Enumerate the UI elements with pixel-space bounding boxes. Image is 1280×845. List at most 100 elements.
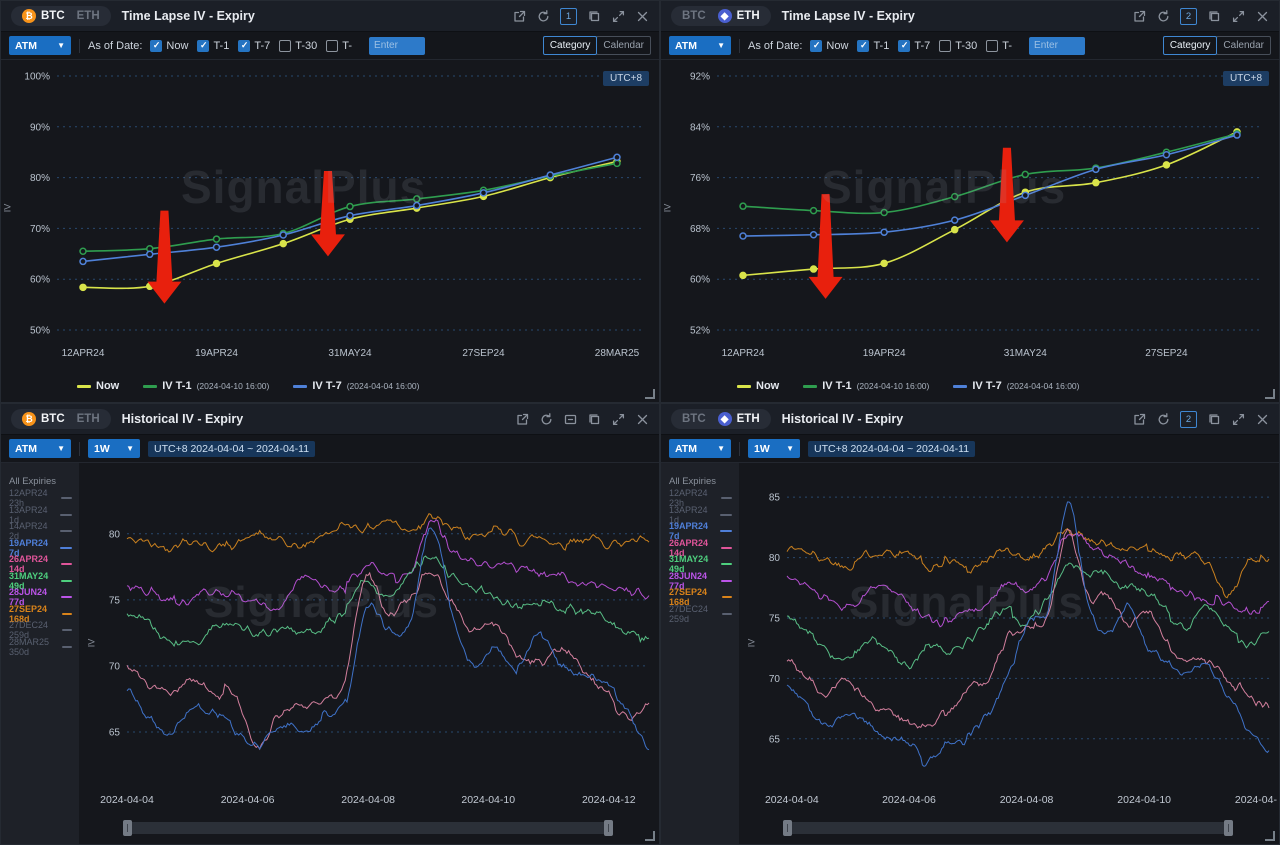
- refresh-icon[interactable]: [1156, 9, 1170, 23]
- list-item[interactable]: 27DEC24 259d: [669, 606, 739, 623]
- as-of-date-label: As of Date:: [748, 40, 802, 52]
- time-lapse-chart-btc[interactable]: 100%90%80%70%60%50%12APR2419APR2431MAY24…: [1, 60, 657, 370]
- resize-handle[interactable]: [1265, 831, 1275, 841]
- coin-btc[interactable]: ₿BTC: [22, 412, 65, 426]
- time-range-slider[interactable]: [123, 822, 613, 834]
- duplicate-icon[interactable]: [587, 412, 601, 426]
- fullscreen-icon[interactable]: [611, 9, 625, 23]
- slider-handle-left[interactable]: [123, 820, 132, 836]
- time-range-slider[interactable]: [783, 822, 1233, 834]
- coin-btc[interactable]: ₿BTC: [22, 9, 65, 23]
- duplicate-icon[interactable]: [587, 9, 601, 23]
- slider-handle-right[interactable]: [1224, 820, 1233, 836]
- open-in-new-icon[interactable]: [512, 9, 526, 23]
- slider-handle-left[interactable]: [783, 820, 792, 836]
- asofdate-option-t-30[interactable]: T-30: [279, 40, 317, 52]
- date-range-text[interactable]: UTC+8 2024-04-04 ~ 2024-04-11: [148, 441, 315, 457]
- strike-select[interactable]: ATM▼: [669, 36, 731, 55]
- coin-eth[interactable]: ETH: [77, 413, 100, 425]
- window-count-badge[interactable]: 1: [560, 8, 577, 25]
- refresh-icon[interactable]: [1156, 412, 1170, 426]
- svg-text:75: 75: [109, 595, 121, 606]
- period-select[interactable]: 1W▼: [88, 439, 140, 458]
- asofdate-option-t-[interactable]: T-: [326, 40, 352, 52]
- close-icon[interactable]: [635, 9, 649, 23]
- checkbox-label: T-7: [254, 40, 270, 52]
- custom-t-input[interactable]: [1029, 37, 1085, 55]
- coin-toggle: BTC ◆ETH: [671, 409, 771, 429]
- folder-icon[interactable]: [563, 412, 577, 426]
- close-icon[interactable]: [1255, 9, 1269, 23]
- checkbox-icon[interactable]: [939, 40, 951, 52]
- open-in-new-icon[interactable]: [515, 412, 529, 426]
- coin-eth[interactable]: ETH: [77, 10, 100, 22]
- slider-handle-right[interactable]: [604, 820, 613, 836]
- custom-t-input[interactable]: [369, 37, 425, 55]
- calendar-button[interactable]: Calendar: [596, 36, 651, 55]
- calendar-button[interactable]: Calendar: [1216, 36, 1271, 55]
- open-in-new-icon[interactable]: [1132, 412, 1146, 426]
- period-select[interactable]: 1W▼: [748, 439, 800, 458]
- checkbox-checked-icon[interactable]: [238, 40, 250, 52]
- coin-btc[interactable]: BTC: [682, 10, 706, 22]
- resize-handle[interactable]: [645, 831, 655, 841]
- svg-text:2024-04-10: 2024-04-10: [461, 794, 515, 806]
- strike-select[interactable]: ATM▼: [9, 439, 71, 458]
- svg-text:84%: 84%: [690, 122, 710, 133]
- asofdate-option-t-30[interactable]: T-30: [939, 40, 977, 52]
- strike-select[interactable]: ATM▼: [669, 439, 731, 458]
- checkbox-checked-icon[interactable]: [898, 40, 910, 52]
- asofdate-option-now[interactable]: Now: [150, 40, 188, 52]
- asofdate-option-t-7[interactable]: T-7: [238, 40, 270, 52]
- date-range-text[interactable]: UTC+8 2024-04-04 ~ 2024-04-11: [808, 441, 975, 457]
- checkbox-checked-icon[interactable]: [857, 40, 869, 52]
- checkbox-icon[interactable]: [326, 40, 338, 52]
- legend-item[interactable]: IV T-7(2024-04-04 16:00): [953, 380, 1079, 392]
- svg-text:12APR24: 12APR24: [62, 348, 105, 359]
- checkbox-icon[interactable]: [986, 40, 998, 52]
- window-count-badge[interactable]: 2: [1180, 8, 1197, 25]
- close-icon[interactable]: [635, 412, 649, 426]
- coin-eth[interactable]: ◆ETH: [718, 412, 760, 426]
- page-title: Historical IV - Expiry: [122, 412, 244, 426]
- checkbox-checked-icon[interactable]: [197, 40, 209, 52]
- checkbox-icon[interactable]: [279, 40, 291, 52]
- open-in-new-icon[interactable]: [1132, 9, 1146, 23]
- chart-area: IV SignalPlus 85807570652024-04-042024-0…: [739, 463, 1279, 844]
- fullscreen-icon[interactable]: [1231, 412, 1245, 426]
- legend-item[interactable]: IV T-7(2024-04-04 16:00): [293, 380, 419, 392]
- checkbox-checked-icon[interactable]: [810, 40, 822, 52]
- resize-handle[interactable]: [645, 389, 655, 399]
- series-swatch: [62, 613, 72, 615]
- coin-eth[interactable]: ◆ETH: [718, 9, 760, 23]
- close-icon[interactable]: [1255, 412, 1269, 426]
- category-button[interactable]: Category: [543, 36, 598, 55]
- fullscreen-icon[interactable]: [1231, 9, 1245, 23]
- legend-sublabel: (2024-04-10 16:00): [857, 381, 930, 391]
- strike-select[interactable]: ATM▼: [9, 36, 71, 55]
- fullscreen-icon[interactable]: [611, 412, 625, 426]
- panel-body: All Expiries12APR24 23h13APR24 1d14APR24…: [1, 463, 659, 844]
- asofdate-option-t-1[interactable]: T-1: [857, 40, 889, 52]
- asofdate-option-now[interactable]: Now: [810, 40, 848, 52]
- asofdate-option-t-[interactable]: T-: [986, 40, 1012, 52]
- time-lapse-chart-eth[interactable]: 92%84%76%68%60%52%12APR2419APR2431MAY242…: [661, 60, 1277, 370]
- duplicate-icon[interactable]: [1207, 412, 1221, 426]
- asofdate-option-t-7[interactable]: T-7: [898, 40, 930, 52]
- checkbox-checked-icon[interactable]: [150, 40, 162, 52]
- resize-handle[interactable]: [1265, 389, 1275, 399]
- asofdate-option-t-1[interactable]: T-1: [197, 40, 229, 52]
- coin-btc[interactable]: BTC: [682, 413, 706, 425]
- refresh-icon[interactable]: [536, 9, 550, 23]
- list-item[interactable]: 28MAR25 350d: [9, 639, 79, 656]
- legend-item[interactable]: IV T-1(2024-04-10 16:00): [143, 380, 269, 392]
- historical-iv-chart-eth[interactable]: 85807570652024-04-042024-04-062024-04-08…: [739, 463, 1277, 815]
- legend-item[interactable]: IV T-1(2024-04-10 16:00): [803, 380, 929, 392]
- historical-iv-chart-btc[interactable]: 807570652024-04-042024-04-062024-04-0820…: [79, 463, 657, 815]
- refresh-icon[interactable]: [539, 412, 553, 426]
- legend-item[interactable]: Now: [77, 380, 119, 392]
- window-count-badge[interactable]: 2: [1180, 411, 1197, 428]
- legend-item[interactable]: Now: [737, 380, 779, 392]
- category-button[interactable]: Category: [1163, 36, 1218, 55]
- duplicate-icon[interactable]: [1207, 9, 1221, 23]
